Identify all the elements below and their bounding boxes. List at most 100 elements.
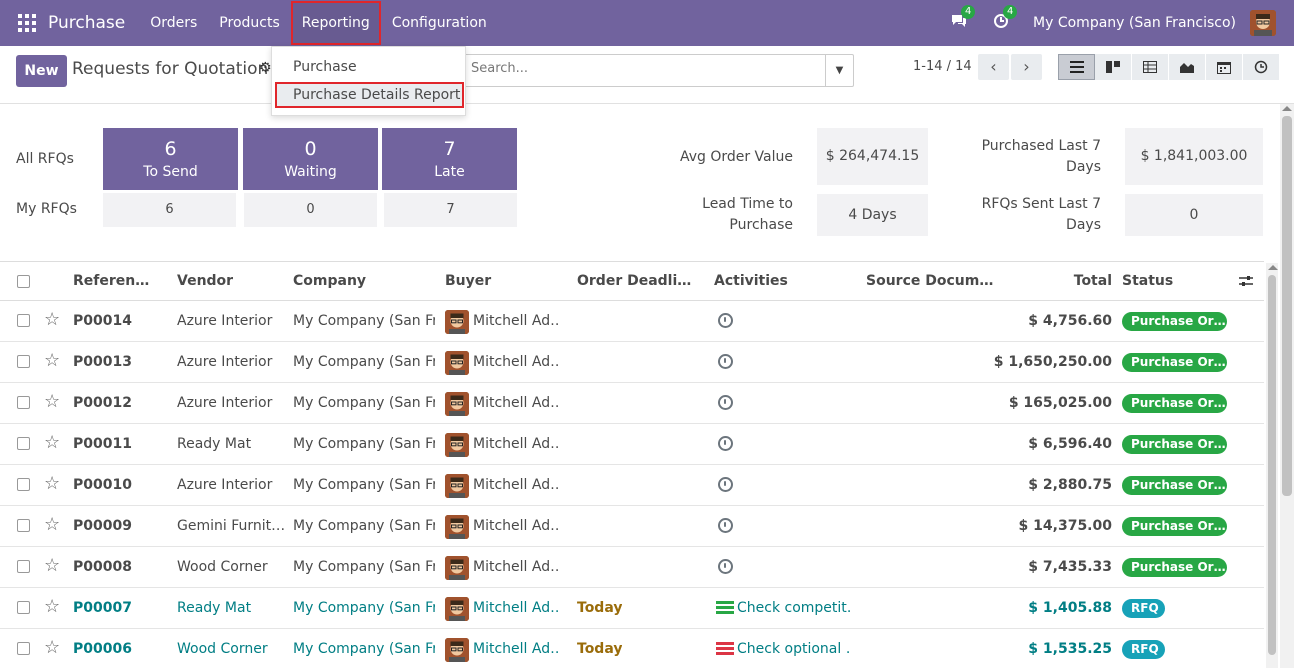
buyer-avatar[interactable]	[445, 515, 469, 539]
priority-star-icon[interactable]: ☆	[44, 555, 60, 576]
messages-icon[interactable]: 4	[949, 5, 976, 33]
activity-clock-icon[interactable]	[718, 477, 733, 492]
priority-star-icon[interactable]: ☆	[44, 596, 60, 617]
app-name[interactable]: Purchase	[48, 13, 125, 33]
buyer-avatar[interactable]	[445, 310, 469, 334]
row-activity[interactable]: Check competit…	[737, 600, 851, 616]
graph-view-icon[interactable]	[1169, 54, 1206, 80]
activity-clock-icon[interactable]	[718, 436, 733, 451]
search-input[interactable]	[471, 61, 811, 76]
row-company: My Company (San Fr…	[293, 395, 435, 411]
table-row[interactable]: ☆ P00010 Azure Interior My Company (San Fr……	[0, 465, 1264, 506]
menu-products[interactable]: Products	[208, 0, 290, 46]
page-scrollbar-thumb[interactable]	[1282, 116, 1292, 496]
select-all-checkbox[interactable]	[17, 275, 30, 288]
priority-star-icon[interactable]: ☆	[44, 432, 60, 453]
buyer-avatar[interactable]	[445, 351, 469, 375]
header-vendor[interactable]: Vendor	[177, 273, 233, 289]
menu-item-purchase[interactable]: Purchase	[275, 54, 464, 80]
table-scrollbar[interactable]	[1266, 263, 1278, 668]
header-buyer[interactable]: Buyer	[445, 273, 491, 289]
activity-list-icon[interactable]	[716, 601, 734, 615]
activity-clock-icon[interactable]	[718, 559, 733, 574]
row-vendor: Ready Mat	[177, 436, 252, 452]
header-company[interactable]: Company	[293, 273, 366, 289]
calendar-view-icon[interactable]	[1206, 54, 1243, 80]
table-row[interactable]: ☆ P00009 Gemini Furnit… My Company (San Fr……	[0, 506, 1264, 547]
activity-clock-icon[interactable]	[718, 518, 733, 533]
buyer-avatar[interactable]	[445, 638, 469, 662]
row-checkbox[interactable]	[17, 601, 30, 614]
tile-waiting[interactable]: 0 Waiting	[243, 128, 378, 190]
table-row[interactable]: ☆ P00012 Azure Interior My Company (San Fr……	[0, 383, 1264, 424]
my-late[interactable]: 7	[384, 193, 517, 227]
buyer-avatar[interactable]	[445, 392, 469, 416]
pager-value[interactable]: 1-14 / 14	[913, 59, 972, 74]
row-checkbox[interactable]	[17, 437, 30, 450]
search-options-caret-icon[interactable]: ▼	[825, 55, 853, 86]
table-row[interactable]: ☆ P00011 Ready Mat My Company (San Fr… Mitch…	[0, 424, 1264, 465]
menu-reporting[interactable]: Reporting	[290, 1, 381, 45]
table-scrollbar-thumb[interactable]	[1268, 275, 1276, 655]
tile-to-send[interactable]: 6 To Send	[103, 128, 238, 190]
row-vendor: Wood Corner	[177, 641, 268, 657]
row-checkbox[interactable]	[17, 355, 30, 368]
gear-icon[interactable]: ⚙	[259, 60, 272, 76]
priority-star-icon[interactable]: ☆	[44, 514, 60, 535]
app-grid-icon[interactable]	[18, 14, 36, 32]
optional-columns-icon[interactable]	[1239, 274, 1253, 292]
new-button[interactable]: New	[16, 55, 67, 87]
page-scrollbar[interactable]	[1280, 104, 1294, 668]
pivot-view-icon[interactable]	[1132, 54, 1169, 80]
row-checkbox[interactable]	[17, 396, 30, 409]
all-rfqs-label: All RFQs	[16, 151, 74, 167]
activity-clock-icon[interactable]	[718, 395, 733, 410]
activity-view-icon[interactable]	[1243, 54, 1280, 80]
activity-clock-icon[interactable]	[718, 313, 733, 328]
table-row[interactable]: ☆ P00007 Ready Mat My Company (San Fr… Mitch…	[0, 588, 1264, 629]
buyer-avatar[interactable]	[445, 433, 469, 457]
activity-clock-icon[interactable]	[718, 354, 733, 369]
header-order-deadline[interactable]: Order Deadli…	[577, 273, 691, 289]
table-row[interactable]: ☆ P00014 Azure Interior My Company (San Fr……	[0, 301, 1264, 342]
company-switcher[interactable]: My Company (San Francisco)	[1033, 15, 1236, 31]
activities-icon[interactable]: 4	[991, 5, 1018, 33]
row-reference: P00014	[73, 313, 132, 329]
header-reference[interactable]: Referen…	[73, 273, 149, 289]
my-waiting[interactable]: 0	[244, 193, 377, 227]
activity-list-icon[interactable]	[716, 642, 734, 656]
priority-star-icon[interactable]: ☆	[44, 391, 60, 412]
my-to-send[interactable]: 6	[103, 193, 236, 227]
kpi-purchased-label-line2: Days	[1066, 159, 1101, 175]
header-total[interactable]: Total	[1074, 273, 1112, 289]
pager-previous-icon[interactable]: ‹	[978, 54, 1009, 80]
row-checkbox[interactable]	[17, 478, 30, 491]
menu-orders[interactable]: Orders	[139, 0, 208, 46]
row-vendor: Azure Interior	[177, 477, 273, 493]
header-status[interactable]: Status	[1122, 273, 1173, 289]
row-checkbox[interactable]	[17, 560, 30, 573]
tile-late[interactable]: 7 Late	[382, 128, 517, 190]
table-row[interactable]: ☆ P00006 Wood Corner My Company (San Fr… Mit…	[0, 629, 1264, 668]
pager-next-icon[interactable]: ›	[1011, 54, 1042, 80]
menu-configuration[interactable]: Configuration	[381, 0, 498, 46]
kanban-view-icon[interactable]	[1095, 54, 1132, 80]
row-checkbox[interactable]	[17, 519, 30, 532]
priority-star-icon[interactable]: ☆	[44, 309, 60, 330]
header-activities[interactable]: Activities	[714, 273, 788, 289]
buyer-avatar[interactable]	[445, 474, 469, 498]
row-checkbox[interactable]	[17, 314, 30, 327]
table-row[interactable]: ☆ P00013 Azure Interior My Company (San Fr……	[0, 342, 1264, 383]
list-view-icon[interactable]	[1058, 54, 1095, 80]
table-row[interactable]: ☆ P00008 Wood Corner My Company (San Fr… Mit…	[0, 547, 1264, 588]
user-avatar[interactable]	[1250, 10, 1276, 36]
priority-star-icon[interactable]: ☆	[44, 637, 60, 658]
row-activity[interactable]: Check optional …	[737, 641, 851, 657]
buyer-avatar[interactable]	[445, 597, 469, 621]
buyer-avatar[interactable]	[445, 556, 469, 580]
priority-star-icon[interactable]: ☆	[44, 350, 60, 371]
header-source-document[interactable]: Source Docum…	[866, 273, 993, 289]
priority-star-icon[interactable]: ☆	[44, 473, 60, 494]
menu-item-purchase-details-report[interactable]: Purchase Details Report	[275, 82, 464, 108]
row-checkbox[interactable]	[17, 642, 30, 655]
